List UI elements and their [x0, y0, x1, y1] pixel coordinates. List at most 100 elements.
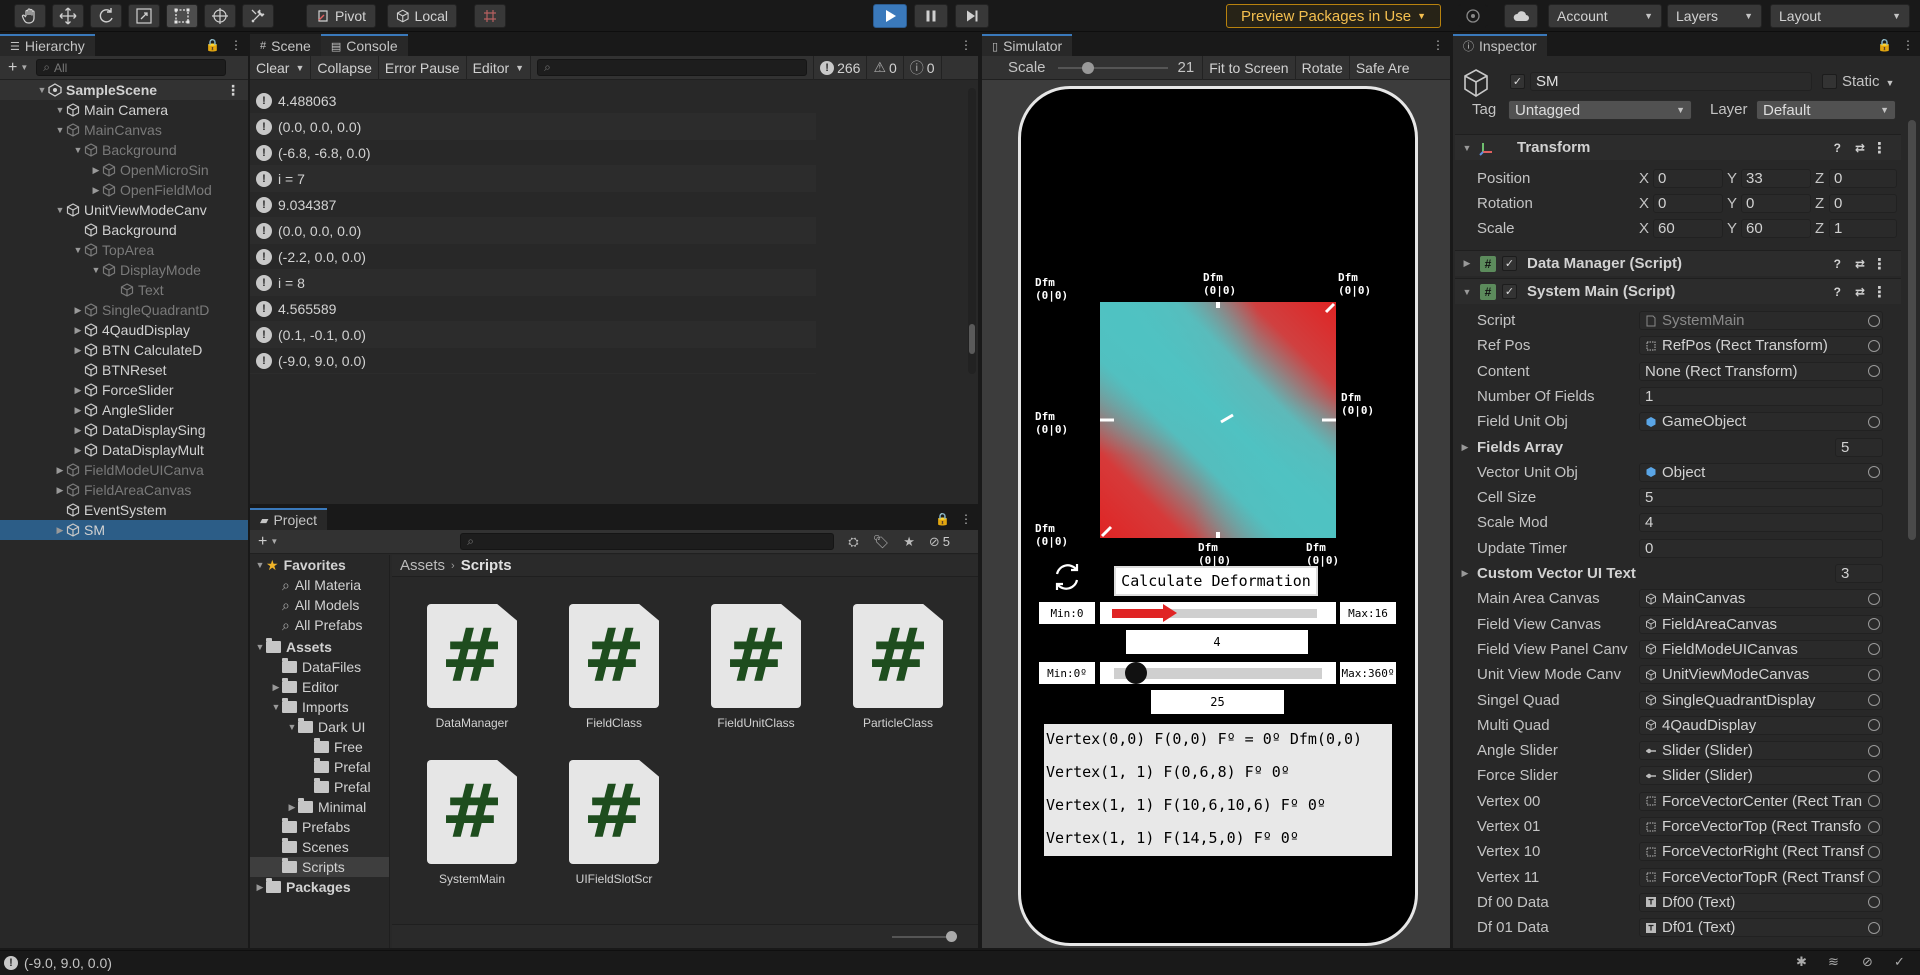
angle-slider[interactable] [1100, 662, 1336, 684]
safe-area-toggle[interactable]: Safe Are [1350, 56, 1416, 80]
inspector-field-value[interactable]: 0 [1639, 538, 1883, 558]
object-picker-icon[interactable] [1868, 339, 1880, 352]
object-picker-icon[interactable] [1868, 896, 1880, 909]
console-log-entry[interactable]: ! (0.1, -0.1, 0.0) [250, 322, 816, 348]
favorite-star-icon[interactable]: ★ [903, 534, 915, 550]
undo-history-button[interactable] [1458, 4, 1488, 28]
lock-icon[interactable]: 🔒 [935, 512, 950, 526]
hierarchy-item[interactable]: ▼ DisplayMode [0, 260, 248, 280]
tag-dropdown[interactable]: Untagged ▼ [1508, 100, 1692, 120]
more-options-icon[interactable]: ⋮ [1872, 255, 1887, 273]
console-scrollbar-thumb[interactable] [969, 324, 975, 354]
hierarchy-item[interactable]: ▶ ForceSlider [0, 380, 248, 400]
tree-assets[interactable]: ▼ Assets [250, 637, 389, 657]
chevron-down-icon[interactable]: ▼ [90, 265, 102, 275]
chevron-right-icon[interactable]: ▶ [54, 525, 66, 536]
pivot-toggle[interactable]: Pivot [306, 4, 376, 28]
hierarchy-item[interactable]: ▼ Main Camera [0, 100, 248, 120]
tree-favorites[interactable]: ▼ ★ Favorites [250, 555, 389, 575]
help-icon[interactable]: ? [1834, 257, 1841, 271]
chevron-right-icon[interactable]: ▶ [54, 485, 66, 496]
console-log-entry[interactable]: ! 4.565589 [250, 296, 816, 322]
tree-packages[interactable]: ▶ Packages [250, 877, 389, 897]
hierarchy-item[interactable]: ▼ UnitViewModeCanv [0, 200, 248, 220]
error-filter-toggle[interactable]: ⓘ 0 [904, 55, 942, 80]
hierarchy-item[interactable]: ▶ FieldModeUICanva [0, 460, 248, 480]
lock-icon[interactable]: 🔒 [1877, 38, 1892, 52]
inspector-field-value[interactable]: Df00 (Text) [1639, 892, 1883, 912]
preset-icon[interactable]: ⇄ [1855, 257, 1865, 271]
preset-icon[interactable]: ⇄ [1855, 285, 1865, 299]
layers-stack-icon[interactable]: ≋ [1828, 954, 1839, 970]
chevron-right-icon[interactable]: ▶ [286, 802, 298, 813]
breadcrumb-scripts[interactable]: Scripts [461, 557, 512, 574]
tree-folder[interactable]: ▼ Imports [250, 697, 389, 717]
hierarchy-item[interactable]: ▶ DataDisplaySing [0, 420, 248, 440]
hierarchy-item[interactable]: ▶ SM [0, 520, 248, 540]
hierarchy-item[interactable]: ▼ SampleScene ⋮ [0, 80, 248, 100]
component-enabled-checkbox[interactable]: ✓ [1502, 256, 1517, 271]
chevron-right-icon[interactable]: ▶ [254, 882, 266, 893]
layer-dropdown[interactable]: Default ▼ [1756, 100, 1896, 120]
zoom-slider-track[interactable] [892, 936, 952, 938]
object-picker-icon[interactable] [1868, 871, 1880, 884]
inspector-field-value[interactable]: 5 [1639, 488, 1883, 508]
step-button[interactable] [955, 4, 989, 28]
collapse-toggle[interactable]: Collapse [311, 55, 379, 80]
data-manager-component-header[interactable]: ▶ # ✓ Data Manager (Script) ? ⇄ ⋮ [1455, 250, 1901, 276]
system-main-component-header[interactable]: ▼ # ✓ System Main (Script) ? ⇄ ⋮ [1455, 278, 1901, 304]
rect-tool-button[interactable] [166, 4, 198, 28]
layers-dropdown[interactable]: Layers ▼ [1667, 4, 1762, 28]
transform-value-field[interactable]: 33 [1741, 169, 1811, 188]
object-picker-icon[interactable] [1868, 314, 1880, 327]
script-asset[interactable]: # FieldUnitClass [696, 604, 816, 730]
inspector-field-value[interactable]: 4 [1639, 513, 1883, 533]
bug-icon[interactable]: ✱ [1796, 954, 1807, 970]
tree-folder[interactable]: ▶ Editor [250, 677, 389, 697]
inspector-field-value[interactable]: ForceVectorTopR (Rect Transf [1639, 867, 1883, 887]
tree-folder[interactable]: Scripts [250, 857, 389, 877]
more-options-icon[interactable]: ⋮ [1872, 139, 1887, 157]
object-picker-icon[interactable] [1868, 845, 1880, 858]
object-picker-icon[interactable] [1868, 365, 1880, 378]
array-size-field[interactable]: 3 [1835, 564, 1883, 583]
transform-value-field[interactable]: 0 [1829, 194, 1897, 213]
script-asset[interactable]: # DataManager [412, 604, 532, 730]
preset-icon[interactable]: ⇄ [1855, 141, 1865, 155]
static-checkbox[interactable] [1822, 74, 1837, 89]
chevron-down-icon[interactable]: ▼ [270, 537, 278, 546]
progress-check-icon[interactable]: ✓ [1894, 954, 1905, 970]
script-asset[interactable]: # ParticleClass [838, 604, 958, 730]
hierarchy-item[interactable]: BTNReset [0, 360, 248, 380]
more-options-icon[interactable]: ⋮ [1872, 283, 1887, 301]
hierarchy-item[interactable]: ▶ SingleQuadrantD [0, 300, 248, 320]
inspector-field-value[interactable]: SingleQuadrantDisplay [1639, 690, 1883, 710]
scale-slider-thumb[interactable] [1081, 61, 1094, 74]
force-slider-arrow-handle[interactable] [1163, 604, 1178, 622]
chevron-right-icon[interactable]: ▶ [1459, 568, 1471, 579]
console-log-entry[interactable]: ! (-6.8, -6.8, 0.0) [250, 140, 816, 166]
console-log-entry[interactable]: ! (-2.2, 0.0, 0.0) [250, 244, 816, 270]
lock-icon[interactable]: 🔒 [205, 38, 220, 52]
account-dropdown[interactable]: Account ▼ [1548, 4, 1662, 28]
active-checkbox[interactable]: ✓ [1510, 74, 1525, 89]
chevron-right-icon[interactable]: ▶ [72, 325, 84, 336]
filter-by-type-icon[interactable]: ⛭ [848, 534, 858, 550]
object-name-field[interactable]: SM [1530, 72, 1812, 91]
info-filter-toggle[interactable]: ! 266 [813, 55, 868, 80]
debug-mode-icon[interactable]: ⊘ [1862, 954, 1873, 970]
hierarchy-item[interactable]: ▶ OpenFieldMod [0, 180, 248, 200]
inspector-field-value[interactable]: 1 [1639, 386, 1883, 406]
object-picker-icon[interactable] [1868, 415, 1880, 428]
object-picker-icon[interactable] [1868, 795, 1880, 808]
console-log-entry[interactable]: ! i = 8 [250, 270, 816, 296]
hierarchy-item[interactable]: Background [0, 220, 248, 240]
inspector-field-value[interactable]: ForceVectorTop (Rect Transfo [1639, 817, 1883, 836]
chevron-down-icon[interactable]: ▼ [20, 63, 28, 72]
tree-folder[interactable]: Prefal [250, 757, 389, 777]
add-icon[interactable]: + [8, 59, 17, 77]
breadcrumb-assets[interactable]: Assets [400, 557, 445, 574]
chevron-down-icon[interactable]: ▼ [270, 702, 282, 712]
chevron-down-icon[interactable]: ▼ [254, 560, 266, 570]
hierarchy-item[interactable]: ▼ Background [0, 140, 248, 160]
